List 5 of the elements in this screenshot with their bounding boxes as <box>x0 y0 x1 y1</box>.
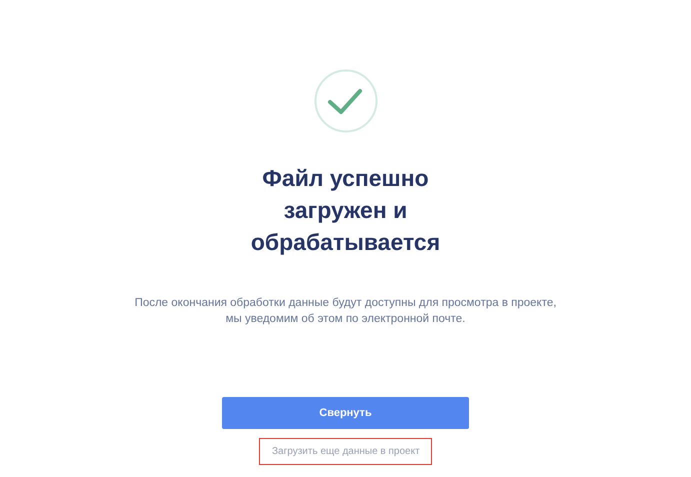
upload-more-link[interactable]: Загрузить еще данные в проект <box>259 438 432 465</box>
checkmark-icon <box>314 69 378 133</box>
info-message: После окончания обработки данные будут доступны для просмотра в проекте, мы уведомим об этом по электронной почте. <box>134 296 556 327</box>
success-title: Файл успешно загружен и обрабатывается <box>250 164 440 257</box>
collapse-button[interactable]: Свернуть <box>222 397 469 429</box>
